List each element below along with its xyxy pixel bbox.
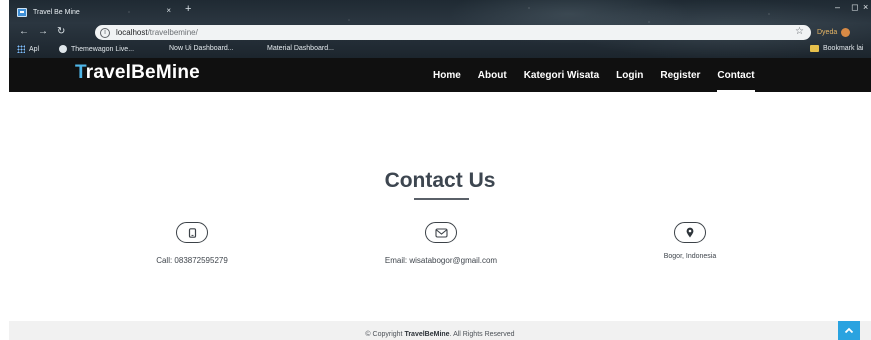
tab-strip: Travel Be Mine × + ‒ ◻ × xyxy=(9,0,871,22)
brand-rest: ravelBeMine xyxy=(85,62,200,83)
brand-logo[interactable]: TravelBeMine xyxy=(75,62,200,84)
browser-tab[interactable]: Travel Be Mine × xyxy=(11,3,183,22)
phone-text: Call: 083872595279 xyxy=(156,256,228,265)
menu-about[interactable]: About xyxy=(478,58,507,92)
menu-contact[interactable]: Contact xyxy=(717,58,755,92)
bookmark-label: Themewagon Live... xyxy=(71,45,135,53)
title-divider xyxy=(414,198,469,200)
chevron-up-icon xyxy=(844,327,854,334)
site-info-icon[interactable]: i xyxy=(100,27,110,38)
browser-toolbar: ← → ↻ i localhost/travelbemine/ ☆ Dyeda xyxy=(9,24,871,42)
close-window-button[interactable]: × xyxy=(863,2,868,12)
contact-address: Bogor, Indonesia xyxy=(610,222,770,260)
bookmark-apps[interactable]: Apl xyxy=(17,45,39,53)
site-navbar: TravelBeMine Home About Kategori Wisata … xyxy=(9,58,871,92)
bookmark-material[interactable]: Material Dashboard... xyxy=(267,45,334,52)
bookmark-label: Material Dashboard... xyxy=(267,45,334,52)
forward-arrow-icon[interactable]: → xyxy=(38,26,48,37)
browser-chrome: Travel Be Mine × + ‒ ◻ × ← → ↻ i localho… xyxy=(9,0,871,58)
address-bar[interactable]: i localhost/travelbemine/ ☆ xyxy=(95,25,811,40)
address-text: Bogor, Indonesia xyxy=(663,253,717,260)
footer: © Copyright TravelBeMine. All Rights Res… xyxy=(9,321,871,340)
globe-icon xyxy=(59,45,67,53)
bookmark-themewagon[interactable]: Themewagon Live... xyxy=(59,45,134,53)
apps-grid-icon xyxy=(17,45,25,53)
url-path: /travelbemine/ xyxy=(147,28,198,37)
map-pin-icon xyxy=(674,222,706,243)
menu-home[interactable]: Home xyxy=(433,58,461,92)
menu-kategori-wisata[interactable]: Kategori Wisata xyxy=(524,58,599,92)
bookmark-folder[interactable]: Bookmark lai xyxy=(810,45,863,52)
tab-close-icon[interactable]: × xyxy=(166,6,171,15)
bookmark-star-icon[interactable]: ☆ xyxy=(795,26,804,37)
back-arrow-icon[interactable]: ← xyxy=(19,26,29,37)
profile-name: Dyeda xyxy=(817,29,838,36)
bookmark-now-ui[interactable]: Now Ui Dashboard... xyxy=(169,45,234,52)
profile-button[interactable]: Dyeda xyxy=(817,25,851,40)
footer-brand: TravelBeMine xyxy=(404,331,450,338)
footer-copyright-suffix: . All Rights Reserved xyxy=(449,331,515,338)
minimize-button[interactable]: ‒ xyxy=(835,2,840,12)
new-tab-button[interactable]: + xyxy=(185,3,191,15)
maximize-button[interactable]: ◻ xyxy=(851,2,858,13)
page-title: Contact Us xyxy=(384,169,496,192)
url-host: localhost xyxy=(116,28,148,37)
bookmark-label: Bookmark lai xyxy=(823,45,864,52)
menu-login[interactable]: Login xyxy=(616,58,643,92)
menu-register[interactable]: Register xyxy=(660,58,700,92)
envelope-icon xyxy=(425,222,457,243)
contact-phone: Call: 083872595279 xyxy=(112,222,272,265)
brand-first-letter: T xyxy=(75,62,86,83)
bookmark-label: Apl xyxy=(29,45,40,53)
main-menu: Home About Kategori Wisata Login Registe… xyxy=(433,58,772,92)
email-text[interactable]: Email: wisatabogor@gmail.com xyxy=(361,256,521,265)
back-to-top-button[interactable] xyxy=(838,321,860,340)
phone-icon xyxy=(176,222,208,243)
avatar xyxy=(841,28,851,37)
reload-icon[interactable]: ↻ xyxy=(57,26,65,37)
bookmark-label: Now Ui Dashboard... xyxy=(169,45,234,52)
contact-email: Email: wisatabogor@gmail.com xyxy=(361,222,521,265)
favicon-icon xyxy=(17,8,27,17)
footer-copyright-prefix: © Copyright xyxy=(365,331,405,338)
folder-icon xyxy=(810,45,819,52)
tab-title: Travel Be Mine xyxy=(33,9,80,16)
bookmarks-bar: Apl Themewagon Live... Now Ui Dashboard.… xyxy=(9,43,871,57)
